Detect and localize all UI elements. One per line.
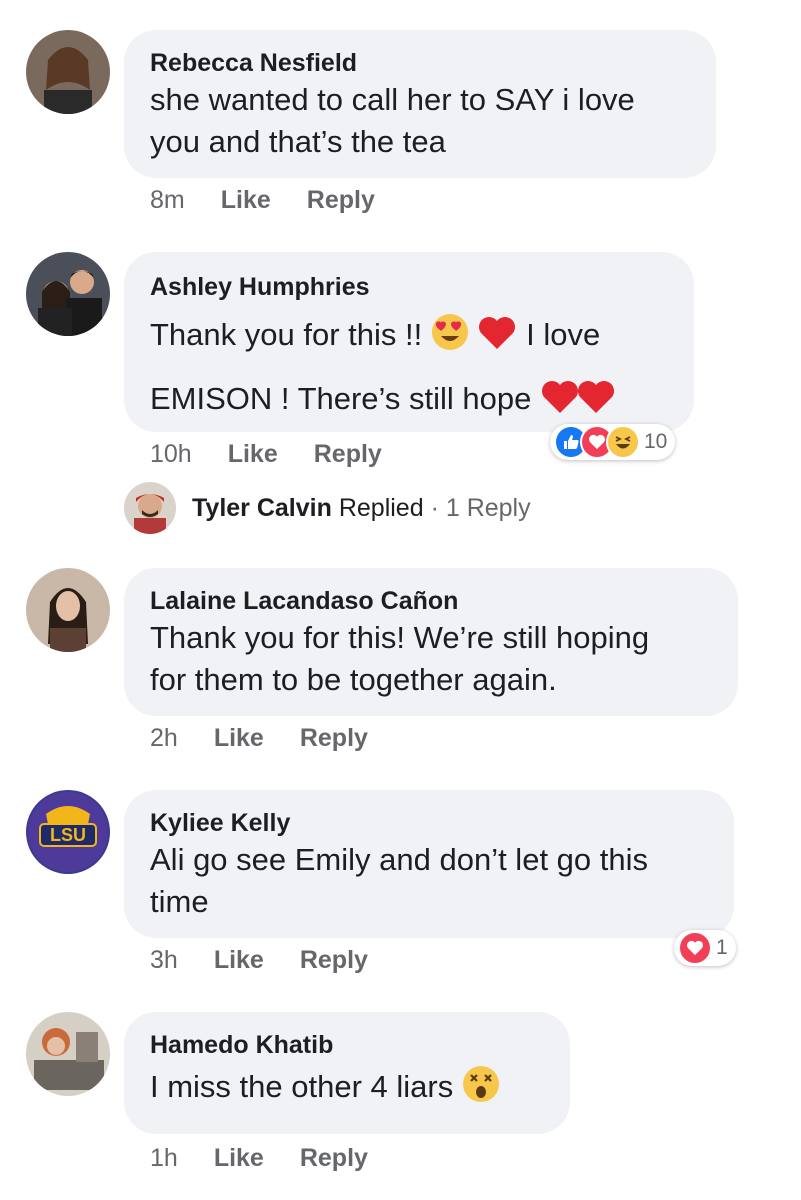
comment-author[interactable]: Lalaine Lacandaso Cañon (150, 586, 712, 616)
reaction-summary[interactable]: 1 (674, 930, 736, 966)
like-button[interactable]: Like (221, 186, 271, 215)
reply-verb: Replied (338, 493, 424, 522)
haha-reaction-icon (606, 425, 640, 459)
comment-time: 2h (150, 724, 178, 752)
comment-actions: 2h Like Reply (150, 724, 368, 753)
comment-text-line: she wanted to call her to SAY i love (150, 82, 635, 117)
reply-button[interactable]: Reply (314, 440, 382, 469)
comment-author[interactable]: Rebecca Nesfield (150, 48, 690, 78)
comment-time: 8m (150, 186, 185, 214)
comment-author[interactable]: Kyliee Kelly (150, 808, 708, 838)
comment-text-line: for them to be together again. (150, 662, 557, 697)
like-button[interactable]: Like (214, 946, 264, 975)
reply-button[interactable]: Reply (300, 1144, 368, 1173)
avatar[interactable]: LSU (26, 790, 110, 874)
comment-time: 1h (150, 1144, 178, 1172)
like-button[interactable]: Like (214, 1144, 264, 1173)
avatar[interactable] (26, 1012, 110, 1096)
comment-bubble: Rebecca Nesfield she wanted to call her … (124, 30, 716, 178)
comment-text: EMISON ! There’s still hope (150, 381, 532, 416)
comment-text-line: Ali go see Emily and don’t let go this (150, 842, 648, 877)
comment-bubble: Hamedo Khatib I miss the other 4 liars (124, 1012, 570, 1134)
replies-summary[interactable]: Tyler Calvin Replied · 1 Reply (124, 482, 531, 534)
comment-author[interactable]: Hamedo Khatib (150, 1030, 544, 1060)
comment-author[interactable]: Ashley Humphries (150, 272, 668, 302)
reaction-count: 10 (644, 430, 668, 453)
comment-text-line: you and that’s the tea (150, 124, 446, 159)
avatar[interactable] (26, 568, 110, 652)
comment-bubble: Lalaine Lacandaso Cañon Thank you for th… (124, 568, 738, 716)
love-reaction-icon (678, 931, 712, 965)
avatar[interactable] (124, 482, 176, 534)
reply-separator: · (430, 493, 439, 522)
reply-summary-text[interactable]: Tyler Calvin Replied · 1 Reply (192, 494, 531, 523)
dizzy-face-emoji-icon (462, 1065, 500, 1120)
red-heart-emoji-icon (477, 312, 517, 370)
reply-button[interactable]: Reply (300, 724, 368, 753)
reply-button[interactable]: Reply (307, 186, 375, 215)
comment-actions: 1h Like Reply (150, 1144, 368, 1173)
comment-actions: 8m Like Reply (150, 186, 375, 215)
reply-author[interactable]: Tyler Calvin (192, 494, 332, 522)
comment-time: 10h (150, 440, 192, 468)
comment-text: Thank you for this !! (150, 317, 423, 352)
comment-actions: 3h Like Reply (150, 946, 368, 975)
comment-text-line: I miss the other 4 liars (150, 1060, 544, 1120)
avatar[interactable] (26, 252, 110, 336)
comment-bubble: Kyliee Kelly Ali go see Emily and don’t … (124, 790, 734, 938)
heart-eyes-emoji-icon (431, 312, 469, 370)
lsu-logo-text: LSU (50, 825, 86, 845)
comment-text-line: time (150, 884, 209, 919)
comment-text: I miss the other 4 liars (150, 1069, 454, 1104)
avatar[interactable] (26, 30, 110, 114)
comment-bubble: Ashley Humphries Thank you for this !! I… (124, 252, 694, 432)
comment-actions: 10h Like Reply (150, 440, 382, 469)
comment-text-line: Thank you for this !! I love (150, 306, 668, 370)
comment-text: I love (526, 317, 601, 352)
reply-button[interactable]: Reply (300, 946, 368, 975)
reaction-summary[interactable]: 10 (550, 424, 676, 460)
comment-text-line: Thank you for this! We’re still hoping (150, 620, 650, 655)
reply-count[interactable]: 1 Reply (446, 494, 531, 522)
like-button[interactable]: Like (214, 724, 264, 753)
like-button[interactable]: Like (228, 440, 278, 469)
reaction-count: 1 (716, 936, 728, 959)
comment-time: 3h (150, 946, 178, 974)
